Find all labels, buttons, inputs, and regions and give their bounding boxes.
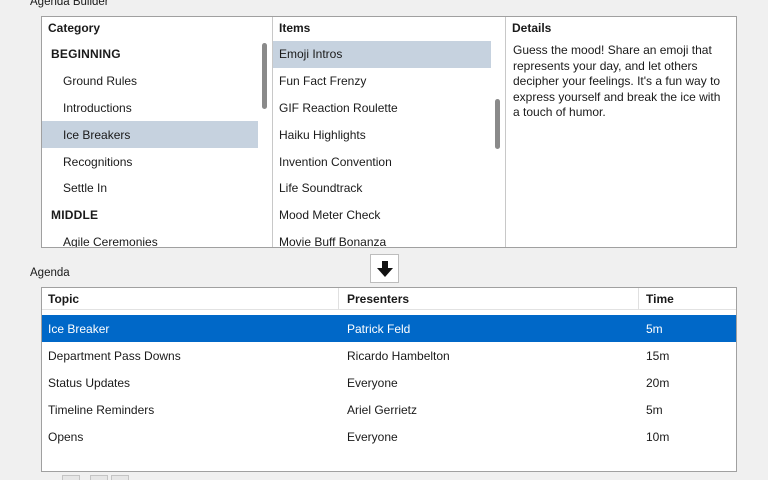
agenda-table: Topic Presenters Time Ice Breaker Patrick…	[41, 287, 737, 472]
category-group-header: BEGINNING	[51, 47, 121, 62]
category-item[interactable]: Agile Ceremonies	[42, 229, 258, 247]
items-column: Items Emoji Intros Fun Fact Frenzy GIF Rea…	[273, 17, 506, 247]
cell-time: 20m	[646, 376, 670, 390]
cell-presenters: Ricardo Hambelton	[347, 349, 450, 363]
category-list[interactable]: BEGINNING Ground Rules Introductions Ice Br…	[42, 41, 258, 247]
toolbar-button[interactable]	[90, 475, 108, 480]
toolbar-button[interactable]	[62, 475, 80, 480]
table-row[interactable]: Status Updates Everyone 20m	[42, 369, 736, 396]
category-scrollbar[interactable]	[262, 43, 267, 109]
item-entry[interactable]: Life Soundtrack	[273, 175, 491, 202]
item-entry[interactable]: Haiku Highlights	[273, 121, 491, 148]
arrow-down-icon	[376, 260, 393, 277]
toolbar-button[interactable]	[111, 475, 129, 480]
agenda-rows: Ice Breaker Patrick Feld 5m Department Pass…	[42, 310, 736, 450]
cell-time: 10m	[646, 430, 670, 444]
cell-presenters: Patrick Feld	[347, 322, 411, 336]
cell-topic: Opens	[48, 430, 84, 444]
agenda-title: Agenda	[30, 267, 70, 279]
items-header: Items	[279, 21, 311, 35]
table-row[interactable]: Ice Breaker Patrick Feld 5m	[42, 315, 736, 342]
cell-topic: Timeline Reminders	[48, 403, 155, 417]
agenda-table-header: Topic Presenters Time	[42, 288, 736, 310]
agenda-builder-panel: Category BEGINNING Ground Rules Introducti…	[41, 16, 737, 248]
cell-presenters: Everyone	[347, 430, 398, 444]
column-separator[interactable]	[338, 288, 339, 310]
cell-topic: Status Updates	[48, 376, 131, 390]
cell-presenters: Ariel Gerrietz	[347, 403, 418, 417]
cell-presenters: Everyone	[347, 376, 398, 390]
cell-topic: Ice Breaker	[48, 322, 110, 336]
category-item[interactable]: Introductions	[42, 95, 258, 122]
cell-topic: Department Pass Downs	[48, 349, 181, 363]
items-list[interactable]: Emoji Intros Fun Fact Frenzy GIF Reaction …	[273, 41, 491, 247]
column-separator[interactable]	[638, 288, 639, 310]
column-time[interactable]: Time	[646, 292, 674, 306]
table-row[interactable]: Department Pass Downs Ricardo Hambelton 15…	[42, 342, 736, 369]
details-column: Details Guess the mood! Share an emoji t…	[506, 17, 736, 247]
item-entry[interactable]: Fun Fact Frenzy	[273, 68, 491, 95]
category-item[interactable]: Ground Rules	[42, 68, 258, 95]
category-item[interactable]: Ice Breakers	[42, 121, 258, 149]
category-item[interactable]: Recognitions	[42, 148, 258, 175]
category-header: Category	[48, 21, 101, 35]
item-entry[interactable]: Mood Meter Check	[273, 202, 491, 229]
table-row[interactable]: Opens Everyone 10m	[42, 423, 736, 450]
agenda-builder-title: Agenda Builder	[30, 0, 109, 8]
cell-time: 15m	[646, 349, 670, 363]
item-entry[interactable]: Invention Convention	[273, 148, 491, 175]
table-row[interactable]: Timeline Reminders Ariel Gerrietz 5m	[42, 396, 736, 423]
items-scrollbar[interactable]	[495, 99, 500, 149]
cell-time: 5m	[646, 403, 663, 417]
item-entry[interactable]: Emoji Intros	[273, 41, 491, 68]
item-entry[interactable]: Movie Buff Bonanza	[273, 229, 491, 247]
cell-time: 5m	[646, 322, 663, 336]
category-column: Category BEGINNING Ground Rules Introducti…	[42, 17, 273, 247]
item-entry[interactable]: GIF Reaction Roulette	[273, 95, 491, 122]
column-presenters[interactable]: Presenters	[347, 292, 409, 306]
category-item[interactable]: Settle In	[42, 175, 258, 202]
add-to-agenda-button[interactable]	[370, 254, 399, 283]
column-topic[interactable]: Topic	[48, 292, 79, 306]
category-group-header: MIDDLE	[51, 208, 99, 223]
details-text: Guess the mood! Share an emoji that repr…	[513, 43, 721, 119]
details-header: Details	[512, 21, 552, 35]
